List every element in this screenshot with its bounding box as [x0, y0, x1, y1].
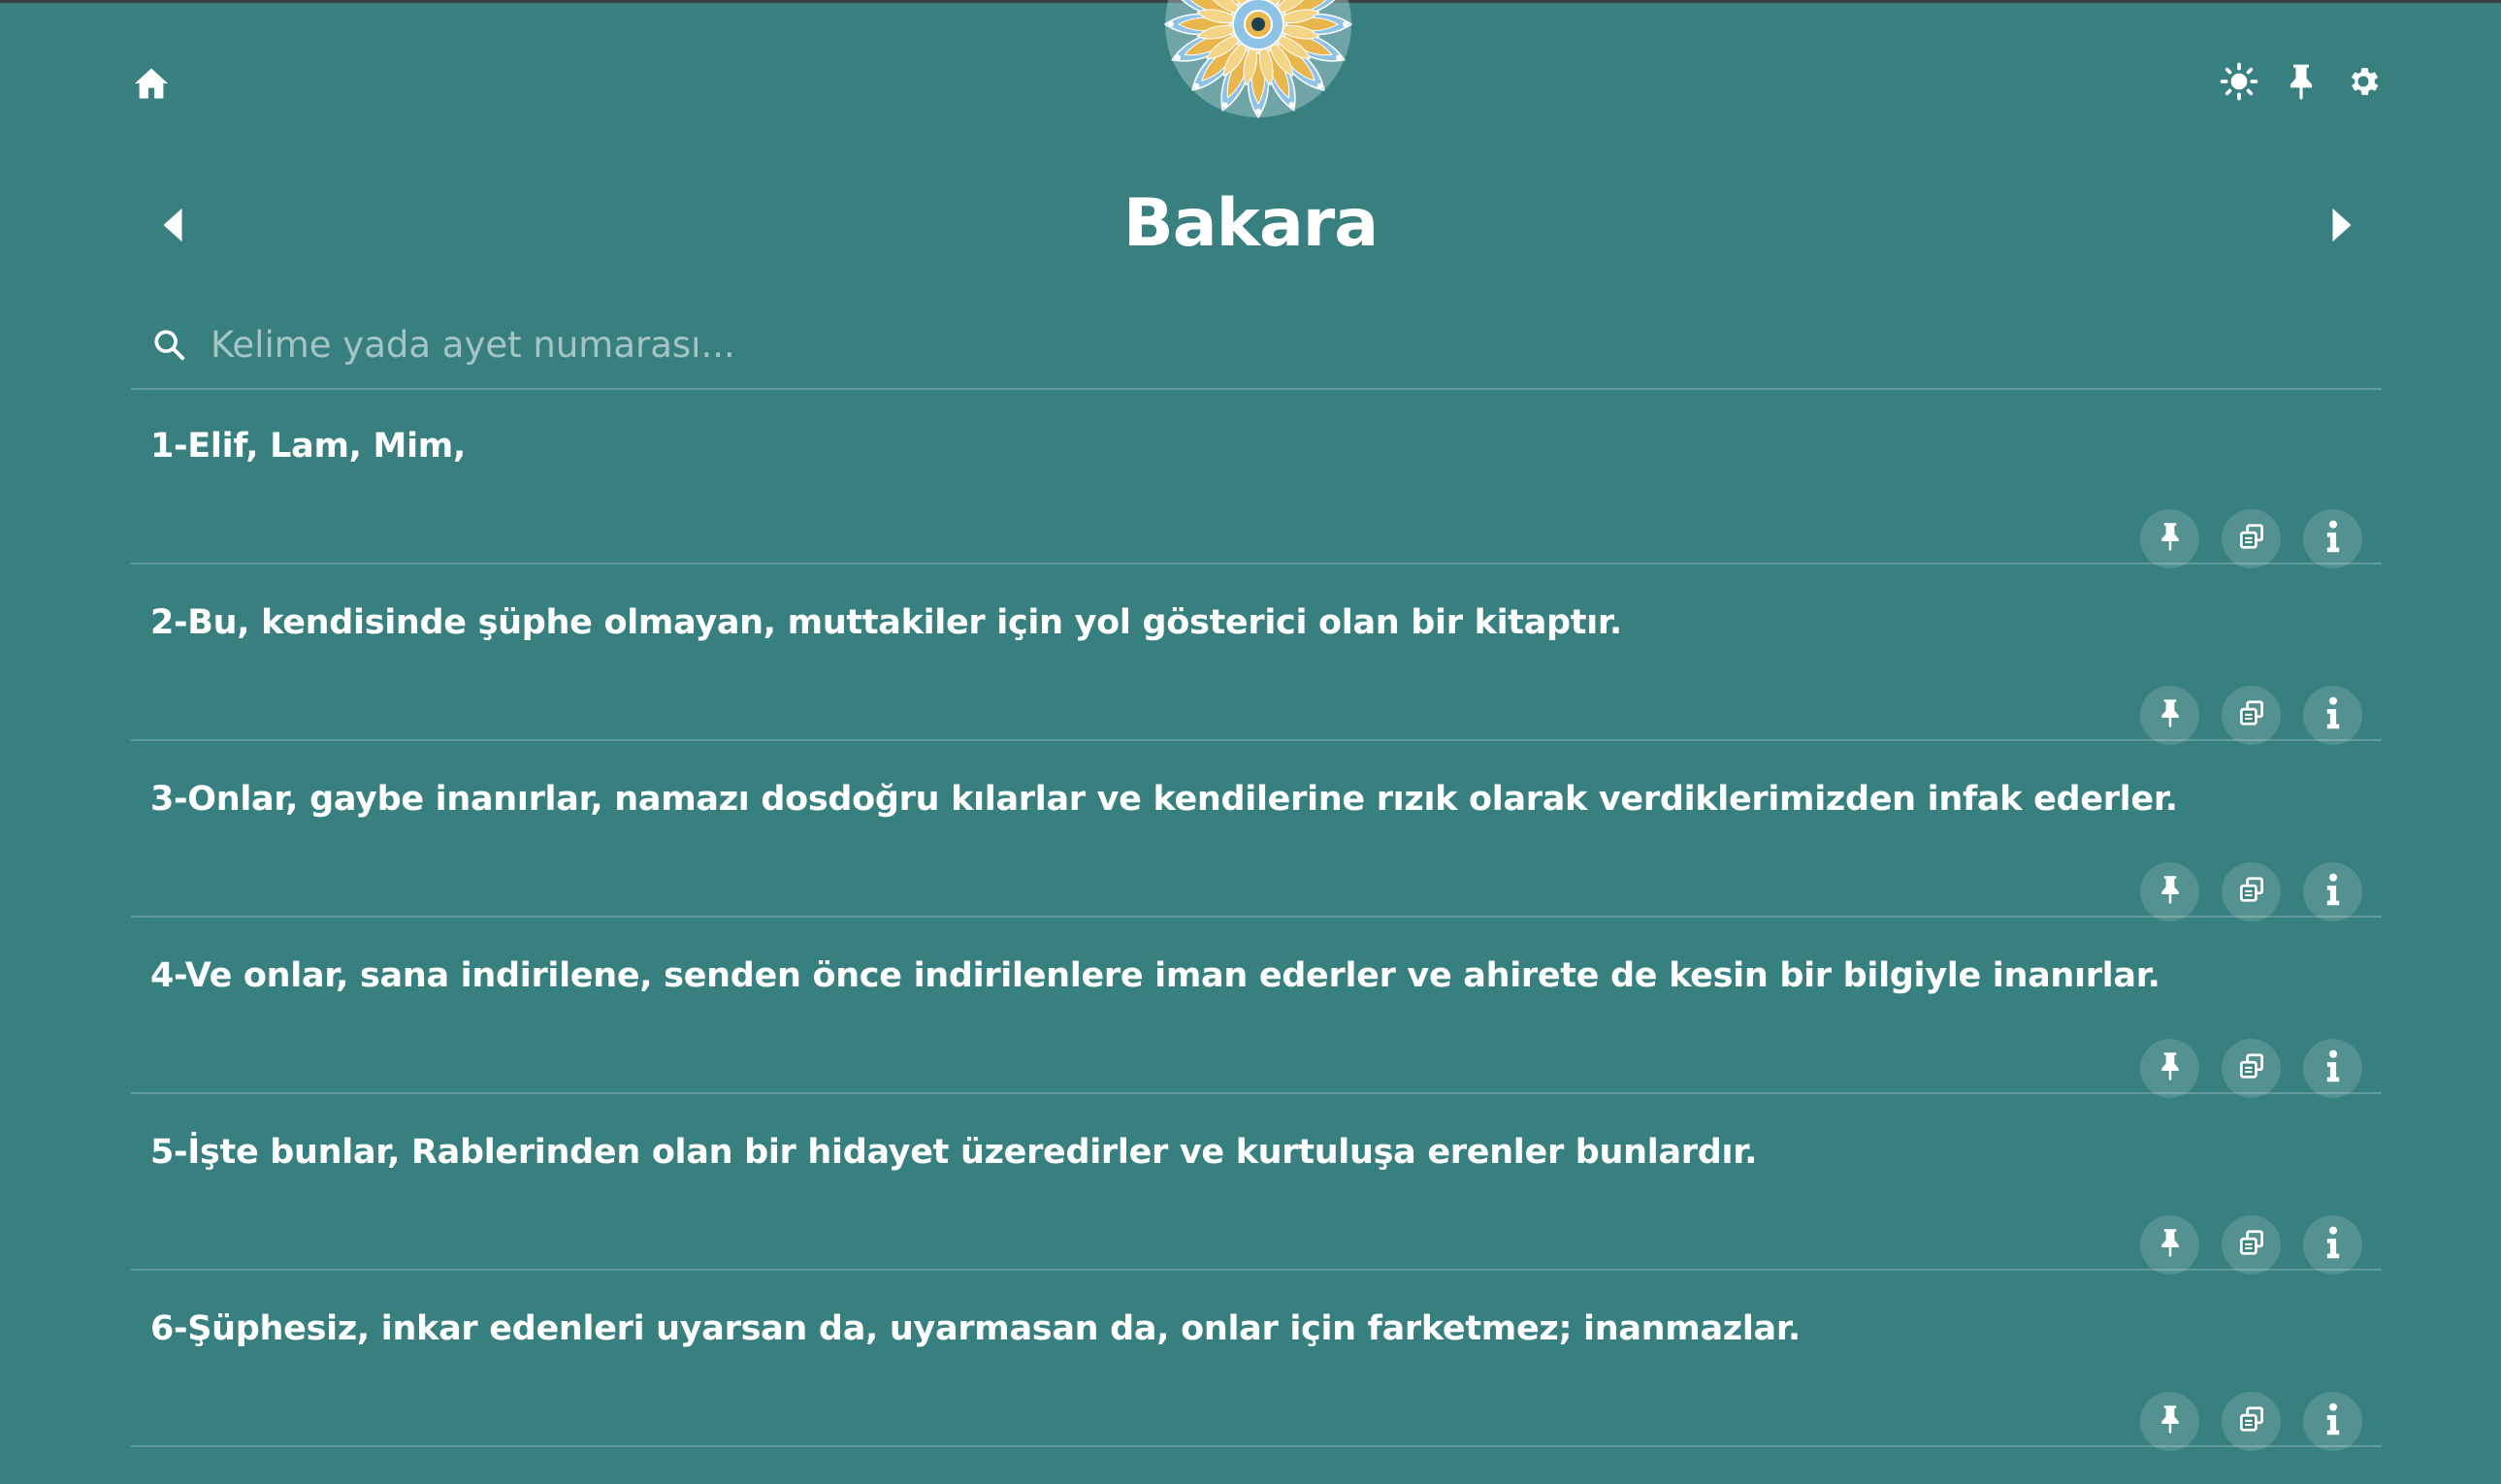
pin-verse-button[interactable] — [2140, 862, 2199, 921]
pin-icon — [2160, 1228, 2180, 1262]
verse-list: 1-Elif, Lam, Mim, 2-Bu, kendisinde şüphe… — [131, 388, 2382, 1451]
next-surah-button[interactable] — [2324, 204, 2359, 246]
pin-icon — [2160, 875, 2180, 909]
pin-icon — [2160, 522, 2180, 556]
copy-verse-button[interactable] — [2222, 1215, 2281, 1274]
copy-icon — [2237, 1228, 2266, 1262]
info-icon — [2324, 1049, 2342, 1087]
gear-icon — [2345, 63, 2382, 100]
verse-text: 6-Şüphesiz, inkar edenleri uyarsan da, u… — [150, 1309, 1801, 1348]
info-icon — [2324, 520, 2342, 558]
verse-item: 4-Ve onlar, sana indirilene, senden önce… — [131, 918, 2382, 1098]
sun-icon — [2220, 62, 2258, 101]
theme-toggle-button[interactable] — [2218, 60, 2260, 103]
info-icon — [2324, 873, 2342, 911]
pin-icon — [2160, 698, 2180, 732]
mandala-logo — [1161, 0, 1355, 121]
info-icon — [2324, 1403, 2342, 1440]
verse-actions — [2140, 509, 2362, 568]
verse-actions — [2140, 686, 2362, 745]
verse-info-button[interactable] — [2303, 1215, 2362, 1274]
info-icon — [2324, 1226, 2342, 1264]
verse-actions — [2140, 1039, 2362, 1098]
verse-text: 1-Elif, Lam, Mim, — [150, 427, 466, 466]
copy-verse-button[interactable] — [2222, 1392, 2281, 1451]
verse-info-button[interactable] — [2303, 1039, 2362, 1098]
pin-icon — [2160, 1404, 2180, 1438]
copy-verse-button[interactable] — [2222, 686, 2281, 745]
verse-info-button[interactable] — [2303, 1392, 2362, 1451]
copy-icon — [2237, 875, 2266, 909]
verse-text: 5-İşte bunlar, Rablerinden olan bir hida… — [150, 1133, 1758, 1172]
pin-verse-button[interactable] — [2140, 1215, 2199, 1274]
pin-icon — [2288, 63, 2315, 100]
caret-right-icon — [2330, 207, 2354, 243]
copy-icon — [2237, 698, 2266, 732]
copy-verse-button[interactable] — [2222, 862, 2281, 921]
copy-icon — [2237, 1404, 2266, 1438]
copy-icon — [2237, 522, 2266, 556]
verse-text: 3-Onlar, gaybe inanırlar, namazı dosdoğr… — [150, 780, 2178, 819]
copy-verse-button[interactable] — [2222, 1039, 2281, 1098]
info-icon — [2324, 696, 2342, 734]
pin-verse-button[interactable] — [2140, 686, 2199, 745]
verse-text: 4-Ve onlar, sana indirilene, senden önce… — [150, 956, 2160, 995]
verse-actions — [2140, 1392, 2362, 1451]
verse-actions — [2140, 862, 2362, 921]
pin-icon — [2160, 1051, 2180, 1085]
verse-actions — [2140, 1215, 2362, 1274]
surah-title: Bakara — [1122, 185, 1379, 262]
verse-item: 2-Bu, kendisinde şüphe olmayan, muttakil… — [131, 565, 2382, 745]
pin-verse-button[interactable] — [2140, 509, 2199, 568]
verse-info-button[interactable] — [2303, 686, 2362, 745]
settings-button[interactable] — [2342, 60, 2385, 103]
search-input[interactable] — [207, 306, 2382, 383]
verse-text: 2-Bu, kendisinde şüphe olmayan, muttakil… — [150, 603, 1622, 642]
verse-info-button[interactable] — [2303, 862, 2362, 921]
verse-item: 3-Onlar, gaybe inanırlar, namazı dosdoğr… — [131, 741, 2382, 921]
verse-item: 6-Şüphesiz, inkar edenleri uyarsan da, u… — [131, 1271, 2382, 1451]
home-icon — [133, 67, 170, 100]
search-icon — [152, 328, 207, 361]
search-bar — [131, 301, 2382, 390]
verse-item: 1-Elif, Lam, Mim, — [131, 388, 2382, 568]
home-button[interactable] — [128, 62, 175, 105]
copy-verse-button[interactable] — [2222, 509, 2281, 568]
verse-info-button[interactable] — [2303, 509, 2362, 568]
pin-verse-button[interactable] — [2140, 1392, 2199, 1451]
pin-verse-button[interactable] — [2140, 1039, 2199, 1098]
pinned-verses-button[interactable] — [2282, 60, 2321, 103]
copy-icon — [2237, 1051, 2266, 1085]
verse-item: 5-İşte bunlar, Rablerinden olan bir hida… — [131, 1094, 2382, 1274]
